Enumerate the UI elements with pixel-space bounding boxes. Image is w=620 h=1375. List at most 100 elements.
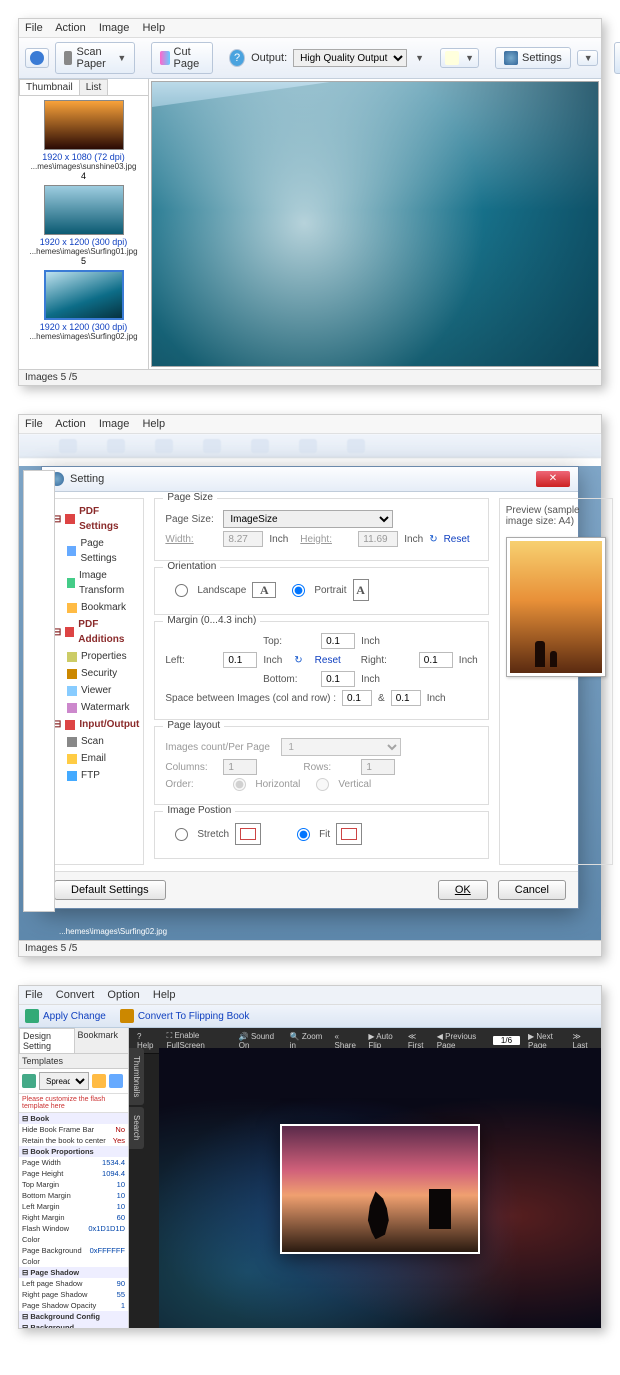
page-size-select[interactable]: ImageSize	[223, 510, 393, 528]
stretch-radio[interactable]	[175, 828, 188, 841]
landscape-radio[interactable]	[175, 584, 188, 597]
thumbnail-item[interactable]: 1920 x 1080 (72 dpi) ...mes\images\sunsh…	[21, 100, 146, 181]
vtab-thumbnails[interactable]: Thumbnails	[129, 1048, 144, 1105]
tree-ftp[interactable]: FTP	[67, 767, 139, 784]
space-col-input[interactable]	[342, 690, 372, 706]
page-number[interactable]: 1/6	[493, 1036, 520, 1045]
ok-button[interactable]: OK	[438, 880, 488, 900]
reset-link[interactable]: Reset	[444, 534, 470, 545]
tree-email[interactable]: Email	[67, 750, 139, 767]
last-link[interactable]: ≫ Last	[573, 1032, 594, 1050]
property-row[interactable]: ⊟ Background Config	[19, 1311, 128, 1322]
spread-select[interactable]: Spread	[39, 1072, 89, 1090]
save-icon[interactable]	[109, 1074, 123, 1088]
menu-help[interactable]: Help	[153, 989, 176, 1001]
unit-label: Inch	[427, 693, 446, 704]
tree-input-output[interactable]: ⊟ Input/Output	[53, 716, 139, 733]
menu-action[interactable]: Action	[55, 418, 86, 430]
menu-file[interactable]: File	[25, 418, 43, 430]
portrait-radio[interactable]	[292, 584, 305, 597]
property-row[interactable]: Page Shadow Opacity1	[19, 1300, 128, 1311]
tree-properties[interactable]: Properties	[67, 648, 139, 665]
tree-bookmark[interactable]: Bookmark	[67, 599, 139, 616]
folder-icon[interactable]	[92, 1074, 106, 1088]
menu-file[interactable]: File	[25, 22, 43, 34]
reset-icon[interactable]: ↻	[429, 534, 437, 545]
convert-button[interactable]: Convert To Flipping Book	[120, 1009, 250, 1023]
left-input[interactable]	[223, 652, 257, 668]
vtab-search[interactable]: Search	[129, 1107, 144, 1148]
property-row[interactable]: Left page Shadow90	[19, 1278, 128, 1289]
tree-viewer[interactable]: Viewer	[67, 682, 139, 699]
property-row[interactable]: Left Margin10	[19, 1201, 128, 1212]
template-icon[interactable]	[22, 1074, 36, 1088]
tree-page-settings[interactable]: Page Settings	[67, 535, 139, 567]
tree-scan[interactable]: Scan	[67, 733, 139, 750]
scan-paper-button[interactable]: Scan Paper▼	[55, 42, 135, 74]
property-row[interactable]: ⊟ Book	[19, 1113, 128, 1124]
property-row[interactable]: Bottom Margin10	[19, 1190, 128, 1201]
property-row[interactable]: Hide Book Frame BarNo	[19, 1124, 128, 1135]
property-row[interactable]: Right Margin60	[19, 1212, 128, 1223]
menu-file[interactable]: File	[25, 989, 43, 1001]
help-link[interactable]: ? Help	[137, 1032, 157, 1050]
next-link[interactable]: ▶ Next Page	[528, 1032, 564, 1050]
reset-icon[interactable]: ↻	[294, 655, 302, 666]
property-row[interactable]: Top Margin10	[19, 1179, 128, 1190]
tree-image-transform[interactable]: Image Transform	[67, 567, 139, 599]
cut-page-button[interactable]: Cut Page	[151, 42, 213, 74]
apply-change-button[interactable]: Apply Change	[25, 1009, 106, 1023]
zoom-link[interactable]: 🔍 Zoom in	[290, 1032, 325, 1050]
bottom-input[interactable]	[321, 671, 355, 687]
menu-image[interactable]: Image	[99, 418, 130, 430]
menu-convert[interactable]: Convert	[56, 989, 95, 1001]
info-icon[interactable]	[25, 48, 49, 68]
property-row[interactable]: Flash Window Color0x1D1D1D	[19, 1223, 128, 1245]
property-row[interactable]: ⊟ Book Proportions	[19, 1146, 128, 1157]
space-row-input[interactable]	[391, 690, 421, 706]
property-row[interactable]: ⊟ Background	[19, 1322, 128, 1328]
default-settings-button[interactable]: Default Settings	[54, 880, 166, 900]
property-row[interactable]: Right page Shadow55	[19, 1289, 128, 1300]
menu-help[interactable]: Help	[142, 418, 165, 430]
color-picker[interactable]: ▼	[440, 48, 479, 68]
sound-link[interactable]: 🔊 Sound On	[239, 1032, 280, 1050]
cancel-button[interactable]: Cancel	[498, 880, 566, 900]
tab-list[interactable]: List	[79, 79, 109, 95]
settings-button[interactable]: Settings	[495, 47, 571, 69]
output-quality-select[interactable]: High Quality Output	[293, 49, 407, 67]
thumbnail-item[interactable]: 1920 x 1200 (300 dpi) ...hemes\images\Su…	[21, 185, 146, 266]
prev-link[interactable]: ◀ Previous Page	[437, 1032, 485, 1050]
tree-pdf-additions[interactable]: ⊟ PDF Additions	[53, 616, 139, 648]
share-link[interactable]: « Share	[335, 1032, 359, 1050]
tree-security[interactable]: Security	[67, 665, 139, 682]
first-link[interactable]: ≪ First	[408, 1032, 429, 1050]
tree-watermark[interactable]: Watermark	[67, 699, 139, 716]
tree-pdf-settings[interactable]: ⊟ PDF Settings	[53, 503, 139, 535]
property-list[interactable]: ⊟ BookHide Book Frame BarNoRetain the bo…	[19, 1113, 128, 1328]
right-input[interactable]	[419, 652, 453, 668]
menu-help[interactable]: Help	[142, 22, 165, 34]
build-flipbook-button[interactable]: Build Flipbook▼	[614, 42, 620, 74]
thumbnail-item[interactable]: 1920 x 1200 (300 dpi) ...hemes\images\Su…	[21, 270, 146, 341]
count-select: 1	[281, 738, 401, 756]
close-button[interactable]: ✕	[536, 471, 570, 487]
menu-action[interactable]: Action	[55, 22, 86, 34]
flipbook-page[interactable]	[280, 1124, 480, 1254]
fit-radio[interactable]	[297, 828, 310, 841]
top-input[interactable]	[321, 633, 355, 649]
tab-bookmark[interactable]: Bookmark	[75, 1028, 129, 1054]
tab-thumbnail[interactable]: Thumbnail	[19, 79, 80, 95]
tab-design[interactable]: Design Setting	[19, 1028, 75, 1054]
property-row[interactable]: Page Background Color0xFFFFFF	[19, 1245, 128, 1267]
settings-dropdown[interactable]: ▼	[577, 50, 598, 66]
property-row[interactable]: Page Width1534.4	[19, 1157, 128, 1168]
property-row[interactable]: ⊟ Page Shadow	[19, 1267, 128, 1278]
menu-image[interactable]: Image	[99, 22, 130, 34]
menu-option[interactable]: Option	[107, 989, 139, 1001]
reset-link[interactable]: Reset	[315, 655, 341, 666]
autoflip-link[interactable]: ▶ Auto Flip	[368, 1032, 400, 1050]
output-help-icon[interactable]: ?	[229, 49, 245, 67]
property-row[interactable]: Retain the book to centerYes	[19, 1135, 128, 1146]
settings-form: Page Size Page Size: ImageSize Width: In…	[154, 498, 488, 865]
